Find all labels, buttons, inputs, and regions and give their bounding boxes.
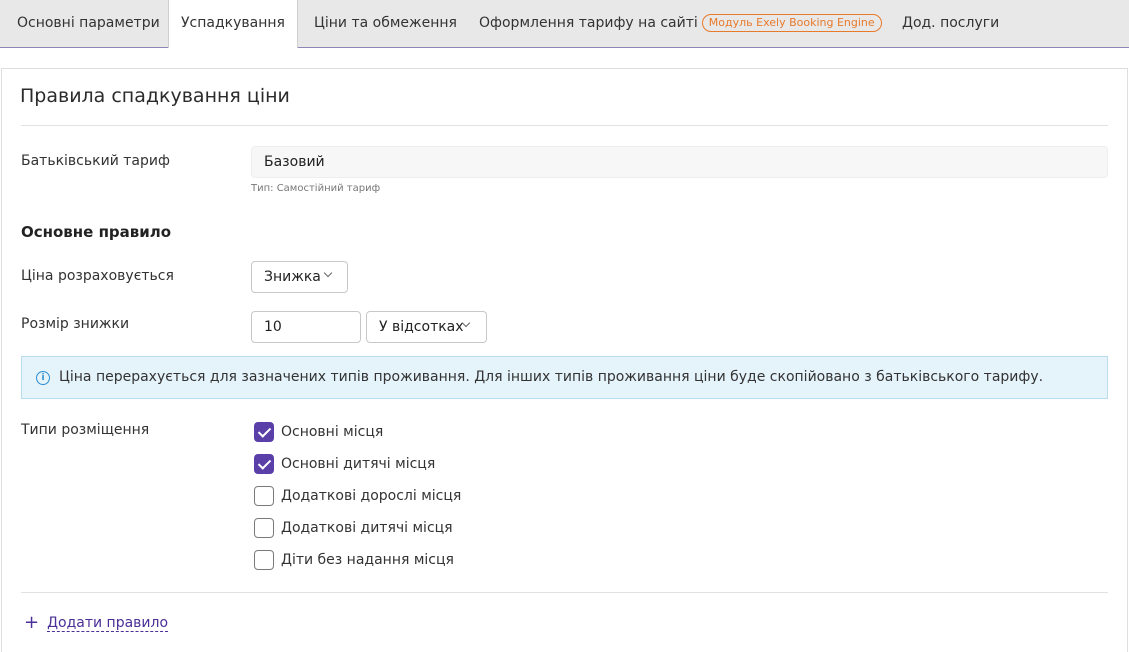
- checkbox-label: Основні дитячі місця: [281, 456, 436, 472]
- tab-main-params[interactable]: Основні параметри: [17, 0, 160, 47]
- add-rule-button[interactable]: + Додати правило: [24, 612, 169, 633]
- tab-extra-services[interactable]: Дод. послуги: [902, 0, 999, 47]
- info-text: Ціна перерахується для зазначених типів …: [59, 369, 1044, 385]
- page-title: Правила спадкування ціни: [20, 85, 290, 107]
- parent-tariff-label: Батьківський тариф: [21, 153, 170, 169]
- checkbox-label: Основні місця: [281, 424, 384, 440]
- discount-unit-value: У відсотках: [379, 319, 464, 335]
- accommodation-label: Типи розміщення: [21, 422, 150, 438]
- price-calc-label: Ціна розраховується: [21, 268, 174, 284]
- checkbox[interactable]: [254, 454, 274, 474]
- price-calc-select[interactable]: Знижка: [251, 261, 348, 293]
- checkbox-label: Діти без надання місця: [281, 552, 454, 568]
- checkbox-label: Додаткові дорослі місця: [281, 488, 462, 504]
- booking-engine-badge: Модуль Exely Booking Engine: [701, 14, 882, 32]
- parent-tariff-field[interactable]: Базовий: [251, 146, 1108, 178]
- divider: [21, 125, 1108, 126]
- main-rule-heading: Основне правило: [21, 223, 172, 241]
- info-icon: i: [36, 371, 50, 385]
- add-rule-label: Додати правило: [47, 615, 169, 632]
- info-banner: i Ціна перерахується для зазначених типі…: [21, 356, 1108, 399]
- chevron-down-icon: [323, 268, 333, 278]
- tab-prices-restrictions[interactable]: Ціни та обмеження: [314, 0, 457, 47]
- price-calc-value: Знижка: [264, 269, 321, 285]
- tab-bar: Основні параметри Успадкування Ціни та о…: [0, 0, 1129, 48]
- parent-tariff-hint: Тип: Самостійний тариф: [251, 183, 381, 194]
- checkbox[interactable]: [254, 486, 274, 506]
- divider: [21, 592, 1108, 593]
- tab-inheritance[interactable]: Успадкування: [168, 0, 298, 48]
- discount-input[interactable]: 10: [251, 311, 361, 343]
- tab-site-design[interactable]: Оформлення тарифу на сайті Модуль Exely B…: [479, 0, 882, 47]
- checkbox[interactable]: [254, 518, 274, 538]
- checkbox[interactable]: [254, 422, 274, 442]
- discount-unit-select[interactable]: У відсотках: [366, 311, 487, 343]
- checkbox-label: Додаткові дитячі місця: [281, 520, 453, 536]
- discount-label: Розмір знижки: [21, 316, 130, 332]
- checkbox[interactable]: [254, 550, 274, 570]
- plus-icon: +: [24, 612, 40, 633]
